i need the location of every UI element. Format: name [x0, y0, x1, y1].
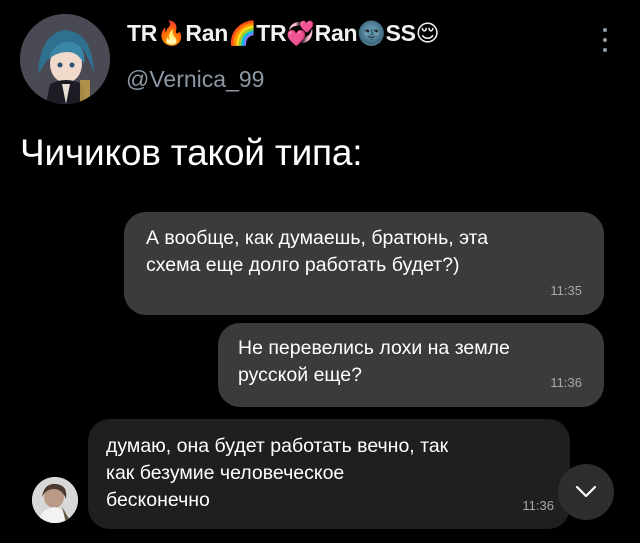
- scroll-down-button[interactable]: [558, 464, 614, 520]
- message-text-line: русской еще?: [238, 364, 362, 386]
- sender-avatar[interactable]: [32, 477, 78, 523]
- message-text-line: Не перевелись лохи на земле: [238, 337, 510, 359]
- chevron-down-icon: [575, 485, 597, 498]
- sender-avatar-image: [32, 477, 78, 523]
- display-name[interactable]: TR🔥Ran🌈TR💞Ran🌚SS😌: [127, 20, 440, 47]
- message-timestamp: 11:36: [550, 375, 582, 390]
- message-timestamp: 11:35: [550, 283, 582, 298]
- user-handle[interactable]: @Vernica_99: [126, 66, 264, 93]
- message-bubble-outgoing[interactable]: Не перевелись лохи на земле русской еще?…: [218, 323, 604, 407]
- profile-avatar[interactable]: [20, 14, 110, 104]
- message-timestamp: 11:36: [522, 498, 554, 513]
- message-text-line: бесконечно: [106, 489, 210, 511]
- message-text-line: думаю, она будет работать вечно, так: [106, 435, 449, 457]
- tweet-header: TR🔥Ran🌈TR💞Ran🌚SS😌 @Vernica_99: [0, 0, 640, 110]
- message-text-line: как безумие человеческое: [106, 462, 345, 484]
- avatar-image: [20, 14, 110, 104]
- message-bubble-incoming[interactable]: думаю, она будет работать вечно, так как…: [88, 419, 570, 529]
- more-vertical-icon[interactable]: [600, 28, 610, 52]
- message-text-line: А вообще, как думаешь, братюнь, эта: [146, 227, 489, 249]
- tweet-text: Чичиков такой типа:: [20, 132, 363, 173]
- message-bubble-outgoing[interactable]: А вообще, как думаешь, братюнь, эта схем…: [124, 212, 604, 315]
- message-text-line: схема еще долго работать будет?): [146, 254, 460, 276]
